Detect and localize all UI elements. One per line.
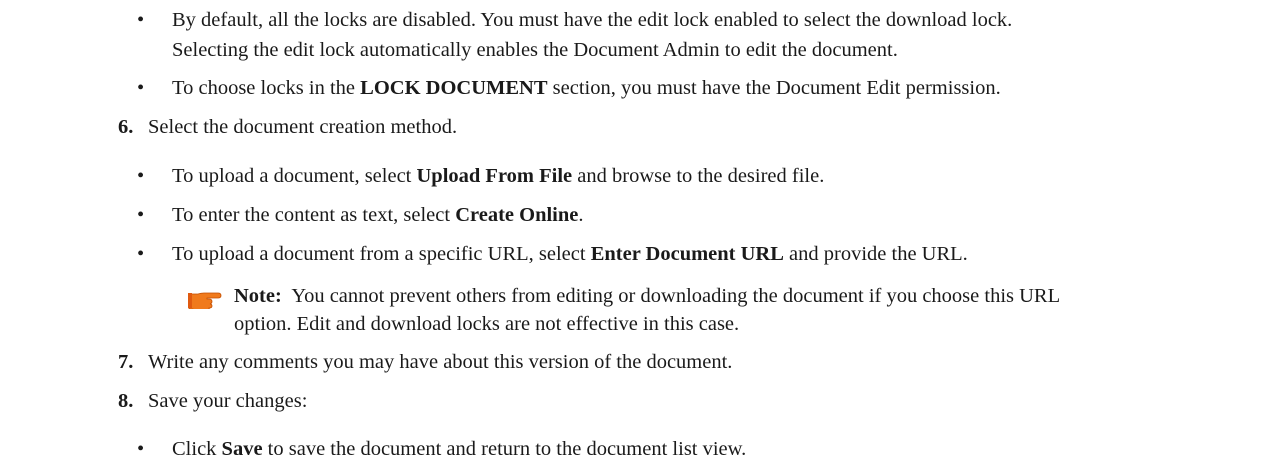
note-line-2: option. Edit and download locks are not … xyxy=(234,313,740,335)
document-url-line: To upload a document from a specific URL… xyxy=(172,243,968,265)
bullet-marker: • xyxy=(137,77,145,99)
bullet-marker: • xyxy=(137,243,145,265)
lock-permission-line: To choose locks in the LOCK DOCUMENT sec… xyxy=(172,77,1001,99)
upload-from-file-line: To upload a document, select Upload From… xyxy=(172,165,825,187)
pointing-hand-icon xyxy=(188,292,222,309)
step-text: Save your changes: xyxy=(148,390,308,412)
step-number: 8. xyxy=(118,390,134,412)
bullet-marker: • xyxy=(137,165,145,187)
bullet-marker: • xyxy=(137,9,145,31)
step-number: 7. xyxy=(118,351,134,373)
create-online-line: To enter the content as text, select Cre… xyxy=(172,204,584,226)
bullet-marker: • xyxy=(137,438,145,460)
step-text: Write any comments you may have about th… xyxy=(148,351,733,373)
step-text: Select the document creation method. xyxy=(148,116,458,138)
lock-default-line-2: Selecting the edit lock automatically en… xyxy=(172,39,898,61)
save-instruction-line: Click Save to save the document and retu… xyxy=(172,438,747,460)
lock-default-line-1: By default, all the locks are disabled. … xyxy=(172,9,1013,31)
bullet-marker: • xyxy=(137,204,145,226)
step-number: 6. xyxy=(118,116,134,138)
note-line-1: Note: You cannot prevent others from edi… xyxy=(234,285,1061,307)
